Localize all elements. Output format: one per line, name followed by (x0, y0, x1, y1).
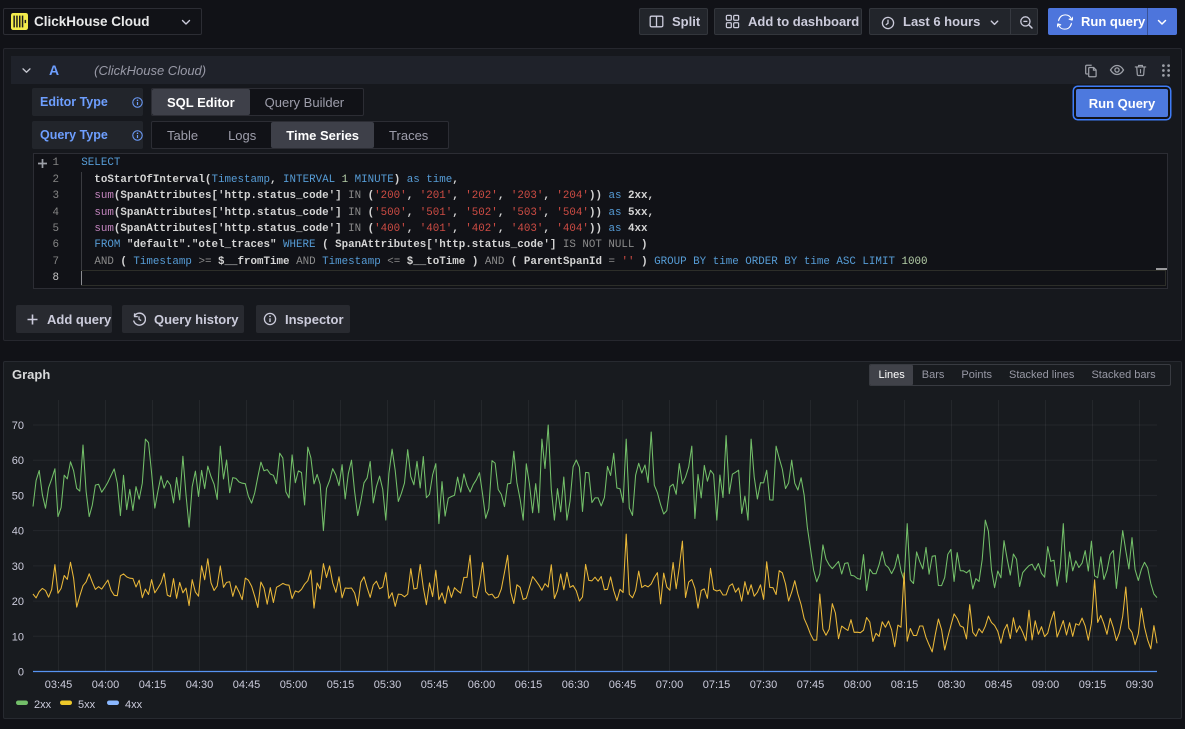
svg-text:06:30: 06:30 (562, 679, 590, 691)
svg-text:04:00: 04:00 (92, 679, 120, 691)
svg-text:07:45: 07:45 (797, 679, 825, 691)
svg-text:04:15: 04:15 (139, 679, 167, 691)
svg-text:20: 20 (12, 596, 24, 608)
svg-text:2xx: 2xx (34, 699, 52, 711)
svg-text:07:30: 07:30 (750, 679, 778, 691)
svg-text:09:00: 09:00 (1032, 679, 1060, 691)
svg-text:06:45: 06:45 (609, 679, 637, 691)
svg-text:09:15: 09:15 (1079, 679, 1107, 691)
svg-text:09:30: 09:30 (1126, 679, 1154, 691)
svg-text:50: 50 (12, 490, 24, 502)
svg-text:05:30: 05:30 (374, 679, 402, 691)
svg-text:06:15: 06:15 (515, 679, 543, 691)
svg-text:05:00: 05:00 (280, 679, 308, 691)
svg-text:06:00: 06:00 (468, 679, 496, 691)
svg-text:0: 0 (18, 667, 24, 679)
svg-text:5xx: 5xx (78, 699, 96, 711)
svg-text:08:30: 08:30 (938, 679, 966, 691)
svg-text:30: 30 (12, 561, 24, 573)
svg-text:08:00: 08:00 (844, 679, 872, 691)
svg-text:05:45: 05:45 (421, 679, 449, 691)
svg-text:4xx: 4xx (125, 699, 143, 711)
svg-text:08:15: 08:15 (891, 679, 919, 691)
svg-text:08:45: 08:45 (985, 679, 1013, 691)
svg-text:04:30: 04:30 (186, 679, 214, 691)
svg-text:10: 10 (12, 631, 24, 643)
svg-text:04:45: 04:45 (233, 679, 261, 691)
svg-text:40: 40 (12, 526, 24, 538)
svg-text:05:15: 05:15 (327, 679, 355, 691)
svg-text:03:45: 03:45 (45, 679, 73, 691)
svg-text:07:15: 07:15 (703, 679, 731, 691)
svg-text:60: 60 (12, 455, 24, 467)
svg-text:07:00: 07:00 (656, 679, 684, 691)
svg-text:70: 70 (12, 420, 24, 432)
